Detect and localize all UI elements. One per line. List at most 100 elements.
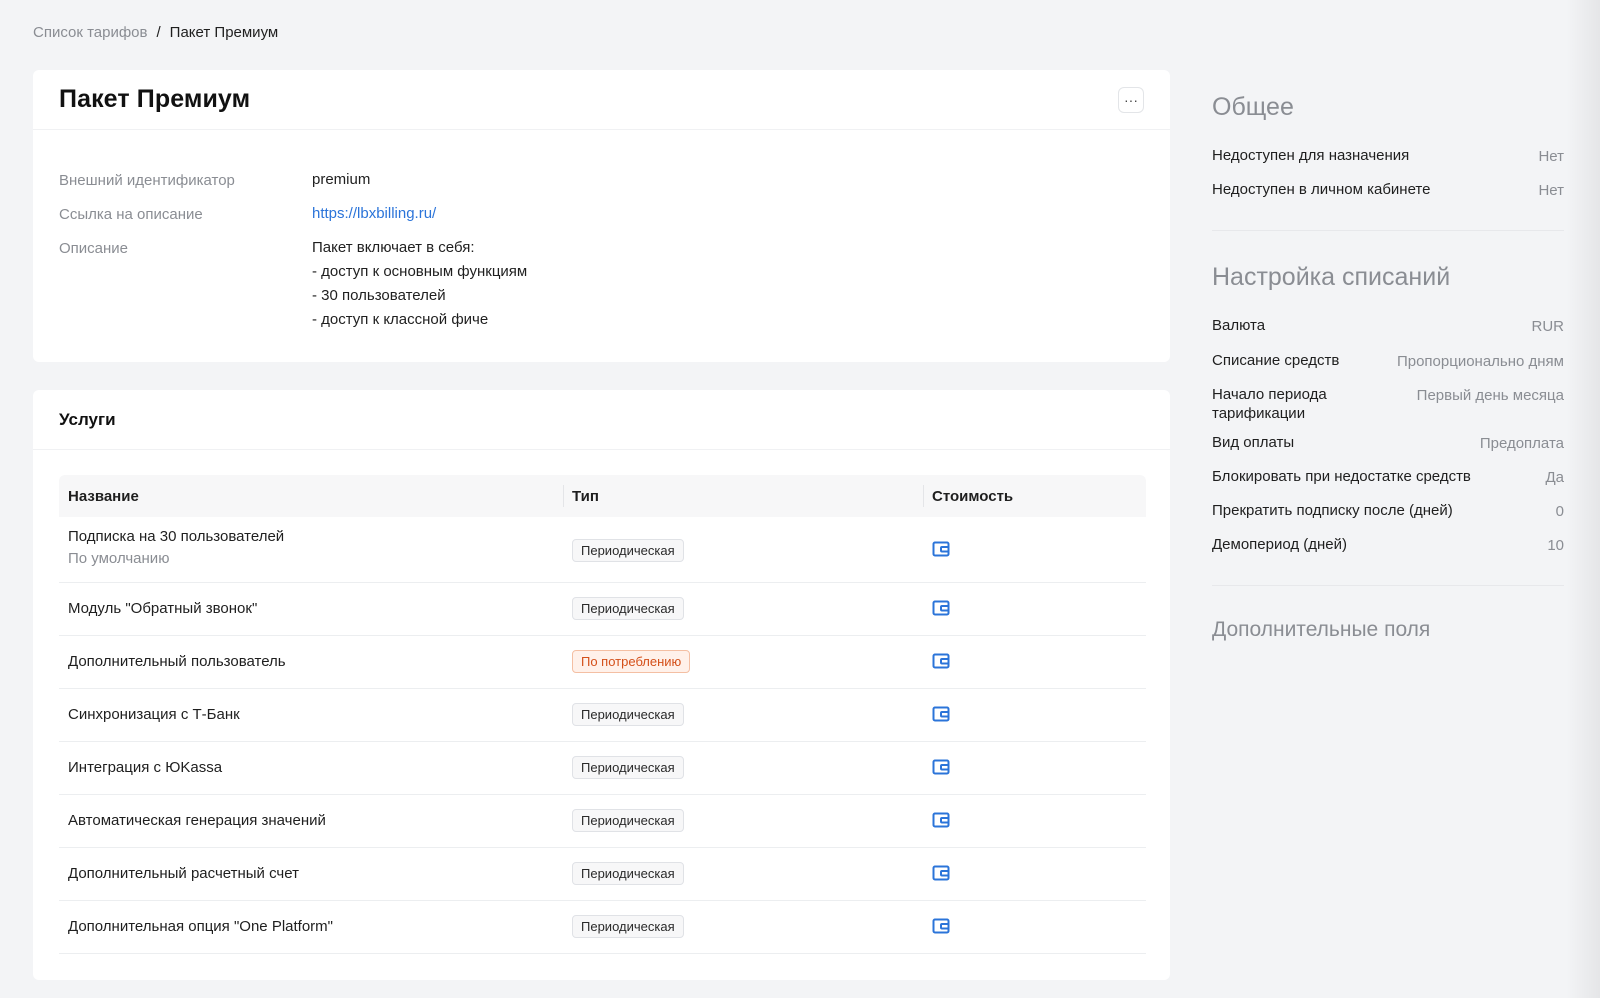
prop-link-label: Ссылка на описание (59, 206, 203, 223)
cost-button[interactable] (932, 652, 950, 674)
service-name: Дополнительный пользователь (68, 653, 286, 670)
column-header-type[interactable]: Тип (572, 475, 599, 517)
page-edge-shadow (1566, 0, 1600, 998)
service-type-cell: По потреблению (572, 650, 691, 673)
setting-value: Пропорционально дням (1396, 353, 1564, 370)
service-name: Автоматическая генерация значений (68, 812, 326, 829)
services-title: Услуги (59, 409, 116, 429)
setting-label: Вид оплаты (1212, 434, 1295, 451)
more-actions-button[interactable]: ··· (1118, 86, 1144, 113)
cost-button[interactable] (932, 540, 950, 562)
setting-label: Недоступен в личном кабинете (1212, 181, 1431, 198)
prop-external-id-value: premium (312, 171, 371, 188)
breadcrumb-current: Пакет Премиум (169, 24, 279, 41)
setting-value: RUR (1531, 318, 1565, 335)
type-badge: Периодическая (572, 862, 684, 885)
service-type-cell: Периодическая (572, 703, 684, 726)
service-type-cell: Периодическая (572, 756, 684, 779)
table-row[interactable]: Подписка на 30 пользователей По умолчани… (59, 517, 1146, 583)
wallet-icon (932, 706, 950, 722)
column-header-cost[interactable]: Стоимость (932, 475, 1013, 517)
table-row[interactable]: Дополнительная опция "One Platform" Пери… (59, 901, 1146, 954)
tariff-info-card: Пакет Премиум ··· Внешний идентификатор … (33, 70, 1170, 362)
page-title: Пакет Премиум (59, 85, 251, 113)
services-card: Услуги Название Тип Стоимость Подписка н… (33, 390, 1170, 980)
service-name: Дополнительный расчетный счет (68, 865, 299, 882)
ellipsis-icon: ··· (1124, 91, 1138, 108)
setting-label: Прекратить подписку после (дней) (1212, 502, 1453, 519)
prop-external-id-label: Внешний идентификатор (59, 172, 235, 189)
setting-value: Первый день месяца (1416, 387, 1564, 404)
type-badge-consumption: По потреблению (572, 650, 691, 673)
service-type-cell: Периодическая (572, 915, 684, 938)
type-badge: Периодическая (572, 756, 684, 779)
service-type-cell: Периодическая (572, 597, 684, 620)
breadcrumb-separator: / (156, 24, 161, 41)
service-name: Подписка на 30 пользователей (68, 528, 285, 545)
table-row[interactable]: Модуль "Обратный звонок" Периодическая (59, 583, 1146, 636)
cost-button[interactable] (932, 811, 950, 833)
section-title-general: Общее (1212, 93, 1294, 121)
cost-button[interactable] (932, 917, 950, 939)
services-header: Услуги (33, 390, 1170, 450)
setting-value: Нет (1538, 182, 1564, 199)
wallet-icon (932, 600, 950, 616)
section-title-extra-fields: Дополнительные поля (1212, 618, 1431, 641)
service-type-cell: Периодическая (572, 862, 684, 885)
prop-description-label: Описание (59, 240, 129, 257)
tariff-header: Пакет Премиум ··· (33, 70, 1170, 130)
type-badge: Периодическая (572, 809, 684, 832)
type-badge: Периодическая (572, 915, 684, 938)
service-name: Модуль "Обратный звонок" (68, 600, 258, 617)
breadcrumb: Список тарифов / Пакет Премиум (33, 24, 278, 41)
services-table: Название Тип Стоимость Подписка на 30 по… (59, 475, 1146, 954)
wallet-icon (932, 541, 950, 557)
service-type-cell: Периодическая (572, 539, 684, 562)
wallet-icon (932, 653, 950, 669)
service-type-cell: Периодическая (572, 809, 684, 832)
description-link[interactable]: https://lbxbilling.ru/ (312, 202, 436, 226)
service-name-cell: Подписка на 30 пользователей По умолчани… (68, 528, 284, 567)
breadcrumb-tariff-list-link[interactable]: Список тарифов (33, 24, 148, 41)
table-row[interactable]: Дополнительный расчетный счет Периодичес… (59, 848, 1146, 901)
wallet-icon (932, 865, 950, 881)
cost-button[interactable] (932, 599, 950, 621)
type-badge: Периодическая (572, 703, 684, 726)
column-header-name[interactable]: Название (68, 475, 139, 517)
column-divider (563, 485, 564, 507)
column-divider (923, 485, 924, 507)
section-divider (1212, 230, 1564, 231)
table-row[interactable]: Автоматическая генерация значений Период… (59, 795, 1146, 848)
cost-button[interactable] (932, 758, 950, 780)
setting-label: Списание средств (1212, 352, 1340, 369)
service-name: Синхронизация с Т-Банк (68, 706, 240, 723)
setting-label: Блокировать при недостатке средств (1212, 468, 1471, 485)
description-line: - 30 пользователей (312, 287, 446, 304)
wallet-icon (932, 812, 950, 828)
section-divider (1212, 585, 1564, 586)
setting-value: Да (1545, 469, 1564, 486)
setting-value: Нет (1538, 148, 1564, 165)
service-name: Дополнительная опция "One Platform" (68, 918, 333, 935)
table-row[interactable]: Дополнительный пользователь По потреблен… (59, 636, 1146, 689)
section-title-billing: Настройка списаний (1212, 263, 1451, 291)
setting-value: 0 (1555, 503, 1564, 520)
setting-label: Начало периода тарификации (1212, 386, 1327, 422)
cost-button[interactable] (932, 864, 950, 886)
setting-value: 10 (1547, 537, 1564, 554)
description-line: - доступ к основным функциям (312, 263, 528, 280)
table-header: Название Тип Стоимость (59, 475, 1146, 517)
table-row[interactable]: Интеграция с ЮKassa Периодическая (59, 742, 1146, 795)
service-subtitle: По умолчанию (68, 550, 170, 567)
prop-description-value: Пакет включает в себя: - доступ к основн… (312, 236, 527, 332)
setting-value: Предоплата (1479, 435, 1564, 452)
wallet-icon (932, 918, 950, 934)
cost-button[interactable] (932, 705, 950, 727)
description-line: Пакет включает в себя: (312, 239, 475, 256)
setting-label: Валюта (1212, 317, 1266, 334)
type-badge: Периодическая (572, 539, 684, 562)
description-line: - доступ к классной фиче (312, 311, 489, 328)
setting-label: Недоступен для назначения (1212, 147, 1410, 164)
setting-label: Демопериод (дней) (1212, 536, 1348, 553)
table-row[interactable]: Синхронизация с Т-Банк Периодическая (59, 689, 1146, 742)
